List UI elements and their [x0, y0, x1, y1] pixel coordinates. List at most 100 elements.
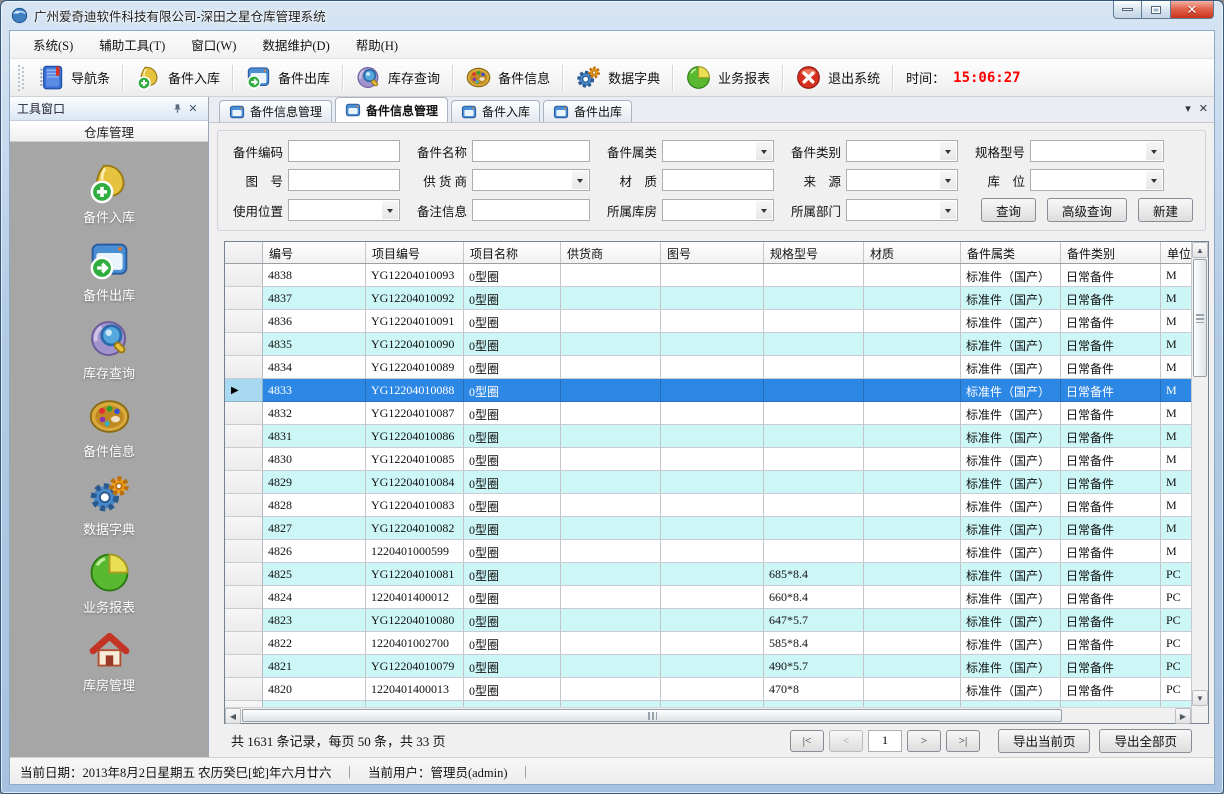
toolbar-parts-outbound-button[interactable]: 备件出库 — [236, 62, 339, 93]
table-row[interactable]: 4829YG122040100840型圈标准件（国产）日常备件M — [225, 471, 1191, 494]
hscroll-track[interactable] — [241, 708, 1175, 723]
column-header-spec[interactable]: 规格型号 — [764, 242, 864, 263]
sidebar-close-icon[interactable]: ✕ — [185, 101, 201, 116]
advanced-query-button[interactable]: 高级查询 — [1047, 198, 1127, 222]
maximize-button[interactable] — [1142, 1, 1171, 19]
table-row[interactable]: 4827YG122040100820型圈标准件（国产）日常备件M — [225, 517, 1191, 540]
table-row[interactable]: 4828YG122040100830型圈标准件（国产）日常备件M — [225, 494, 1191, 517]
row-selector[interactable] — [225, 287, 263, 310]
tab-close-icon[interactable]: ✕ — [1199, 102, 1208, 116]
new-button[interactable]: 新建 — [1138, 198, 1193, 222]
warehouse-combo[interactable] — [662, 199, 774, 221]
vscroll-thumb[interactable] — [1193, 259, 1207, 377]
first-page-button[interactable]: |< — [790, 730, 824, 752]
column-header-supplier[interactable]: 供货商 — [561, 242, 661, 263]
row-selector[interactable] — [225, 540, 263, 563]
tab-1-active[interactable]: 备件信息管理 — [335, 97, 448, 122]
row-selector[interactable]: ▶ — [225, 379, 263, 402]
location-combo[interactable] — [1030, 169, 1164, 191]
minimize-button[interactable] — [1113, 1, 1142, 19]
vertical-scrollbar[interactable]: ▲ ▼ — [1191, 242, 1208, 723]
remark-input[interactable] — [472, 199, 590, 221]
toolbar-parts-info-button[interactable]: 备件信息 — [456, 62, 559, 93]
row-selector[interactable] — [225, 517, 263, 540]
table-row-selected[interactable]: ▶4833YG122040100880型圈标准件（国产）日常备件M — [225, 379, 1191, 402]
column-header-unit[interactable]: 单位 — [1161, 242, 1191, 263]
column-header-id[interactable]: 编号 — [263, 242, 366, 263]
close-button[interactable]: ✕ — [1171, 1, 1214, 19]
drawing-no-input[interactable] — [288, 169, 400, 191]
row-selector[interactable] — [225, 333, 263, 356]
row-selector[interactable] — [225, 632, 263, 655]
table-row[interactable]: 4838YG122040100930型圈标准件（国产）日常备件M — [225, 264, 1191, 287]
sidebar-item-parts-info[interactable]: 备件信息 — [49, 391, 169, 463]
sidebar-item-business-reports[interactable]: 业务报表 — [49, 547, 169, 619]
row-selector[interactable] — [225, 402, 263, 425]
table-row[interactable]: 4825YG122040100810型圈685*8.4标准件（国产）日常备件PC — [225, 563, 1191, 586]
table-row[interactable]: 482212204010027000型圈585*8.4标准件（国产）日常备件PC — [225, 632, 1191, 655]
row-selector[interactable] — [225, 678, 263, 701]
table-row[interactable]: 4831YG122040100860型圈标准件（国产）日常备件M — [225, 425, 1191, 448]
scroll-up-icon[interactable]: ▲ — [1192, 242, 1208, 258]
row-selector[interactable] — [225, 563, 263, 586]
page-number-input[interactable] — [868, 730, 902, 752]
table-row[interactable]: 482612204010005990型圈标准件（国产）日常备件M — [225, 540, 1191, 563]
supplier-combo[interactable] — [472, 169, 590, 191]
row-selector[interactable] — [225, 494, 263, 517]
part-code-input[interactable] — [288, 140, 400, 162]
row-selector[interactable] — [225, 586, 263, 609]
scroll-down-icon[interactable]: ▼ — [1192, 690, 1208, 706]
vscroll-track[interactable] — [1192, 258, 1208, 690]
tab-2[interactable]: 备件入库 — [451, 100, 540, 122]
menu-help[interactable]: 帮助(H) — [343, 31, 411, 58]
column-header-type[interactable]: 备件类别 — [1061, 242, 1161, 263]
sidebar-group-title[interactable]: 仓库管理 — [10, 121, 208, 142]
row-selector[interactable] — [225, 425, 263, 448]
row-selector[interactable] — [225, 609, 263, 632]
part-type-combo[interactable] — [846, 140, 958, 162]
spec-model-combo[interactable] — [1030, 140, 1164, 162]
toolbar-data-dictionary-button[interactable]: 数据字典 — [566, 62, 669, 93]
toolbar-business-reports-button[interactable]: 业务报表 — [676, 62, 779, 93]
table-row[interactable]: 4830YG122040100850型圈标准件（国产）日常备件M — [225, 448, 1191, 471]
export-all-pages-button[interactable]: 导出全部页 — [1099, 729, 1192, 753]
toolbar-inventory-query-button[interactable]: 库存查询 — [346, 62, 449, 93]
tab-0[interactable]: 备件信息管理 — [219, 100, 332, 122]
sidebar-item-parts-outbound[interactable]: 备件出库 — [49, 235, 169, 307]
row-selector[interactable] — [225, 310, 263, 333]
row-selector[interactable] — [225, 471, 263, 494]
export-current-page-button[interactable]: 导出当前页 — [998, 729, 1091, 753]
material-input[interactable] — [662, 169, 774, 191]
source-combo[interactable] — [846, 169, 958, 191]
column-header-category[interactable]: 备件属类 — [961, 242, 1061, 263]
toolbar-parts-inbound-button[interactable]: 备件入库 — [126, 62, 229, 93]
table-row[interactable]: 4834YG122040100890型圈标准件（国产）日常备件M — [225, 356, 1191, 379]
part-name-input[interactable] — [472, 140, 590, 162]
department-combo[interactable] — [846, 199, 958, 221]
prev-page-button[interactable]: < — [829, 730, 863, 752]
toolbar-grip-icon[interactable] — [18, 65, 25, 91]
query-button[interactable]: 查询 — [981, 198, 1036, 222]
column-header-drawing_no[interactable]: 图号 — [661, 242, 764, 263]
last-page-button[interactable]: >| — [946, 730, 980, 752]
sidebar-item-warehouse-management[interactable]: 库房管理 — [49, 625, 169, 697]
scroll-right-icon[interactable]: ▶ — [1175, 708, 1191, 724]
row-selector[interactable] — [225, 655, 263, 678]
sidebar-item-parts-inbound[interactable]: 备件入库 — [49, 157, 169, 229]
usage-position-combo[interactable] — [288, 199, 400, 221]
table-row[interactable]: 4823YG122040100800型圈647*5.7标准件（国产）日常备件PC — [225, 609, 1191, 632]
menu-data-maintenance[interactable]: 数据维护(D) — [249, 31, 342, 58]
row-selector[interactable] — [225, 264, 263, 287]
table-row[interactable]: 4832YG122040100870型圈标准件（国产）日常备件M — [225, 402, 1191, 425]
row-selector[interactable] — [225, 356, 263, 379]
menu-aux-tools[interactable]: 辅助工具(T) — [86, 31, 178, 58]
toolbar-exit-system-button[interactable]: 退出系统 — [786, 62, 889, 93]
table-row[interactable]: 4821YG122040100790型圈490*5.7标准件（国产）日常备件PC — [225, 655, 1191, 678]
tab-3[interactable]: 备件出库 — [543, 100, 632, 122]
table-row[interactable]: 4837YG122040100920型圈标准件（国产）日常备件M — [225, 287, 1191, 310]
column-header-project_no[interactable]: 项目编号 — [366, 242, 464, 263]
row-selector[interactable] — [225, 448, 263, 471]
table-row[interactable]: 4835YG122040100900型圈标准件（国产）日常备件M — [225, 333, 1191, 356]
chevron-down-icon[interactable]: ▾ — [1185, 102, 1191, 116]
sidebar-item-data-dictionary[interactable]: 数据字典 — [49, 469, 169, 541]
